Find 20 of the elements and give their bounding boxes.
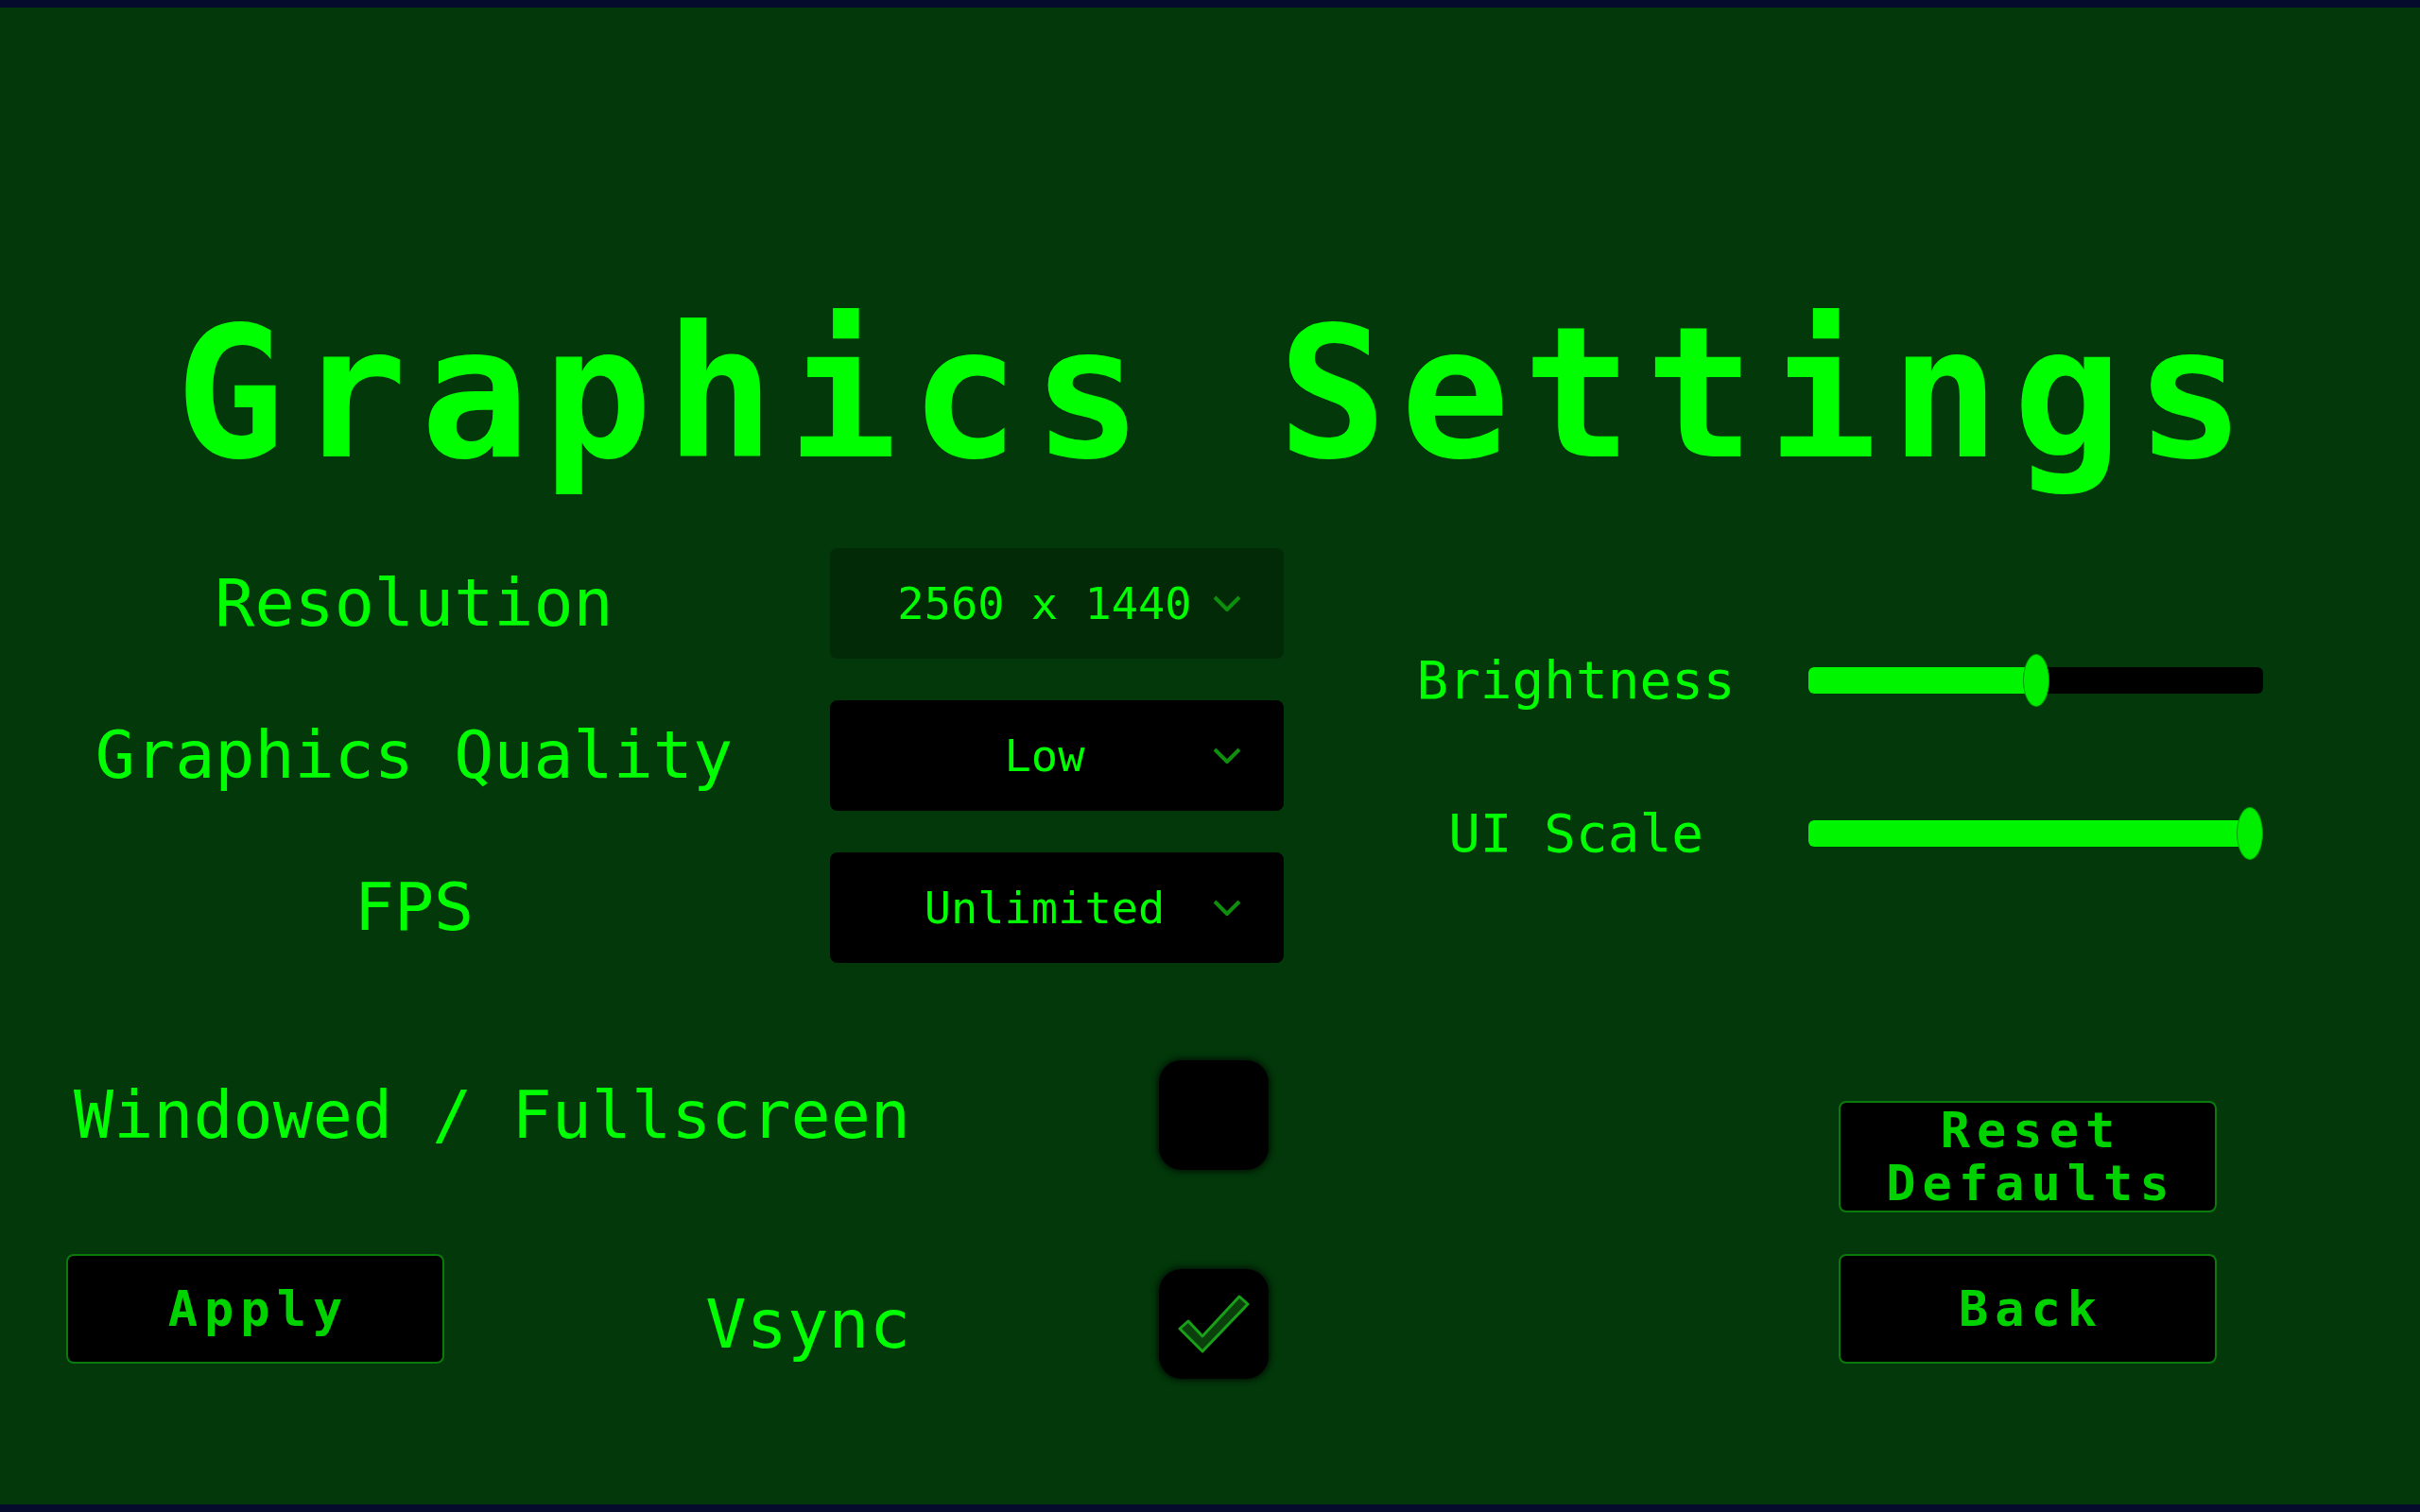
setting-label: Graphics Quality	[95, 715, 734, 797]
slider-label: Brightness	[1416, 648, 1736, 713]
dropdown[interactable]: Low	[830, 700, 1284, 812]
toggle-label: Windowed / Fullscreen	[74, 1074, 910, 1156]
chevron-down-icon	[1213, 747, 1241, 765]
apply-button[interactable]: Apply	[66, 1254, 444, 1365]
menu-button[interactable]: Reset Defaults	[1839, 1101, 2217, 1213]
toggle-label: Vsync	[705, 1283, 910, 1366]
dropdown[interactable]: Unlimited	[830, 852, 1284, 964]
menu-button[interactable]: Back	[1839, 1254, 2217, 1365]
chevron-down-icon	[1213, 900, 1241, 918]
dropdown[interactable]: 2560 x 1440	[830, 548, 1284, 660]
checkbox[interactable]	[1159, 1060, 1269, 1171]
setting-label: FPS	[354, 868, 475, 949]
slider-handle[interactable]	[2237, 807, 2263, 861]
chevron-down-icon	[1213, 595, 1241, 613]
checkbox[interactable]	[1159, 1269, 1269, 1380]
slider-label: UI Scale	[1448, 801, 1703, 867]
setting-label: Resolution	[215, 563, 614, 644]
page-title: Graphics Settings	[174, 287, 2258, 501]
